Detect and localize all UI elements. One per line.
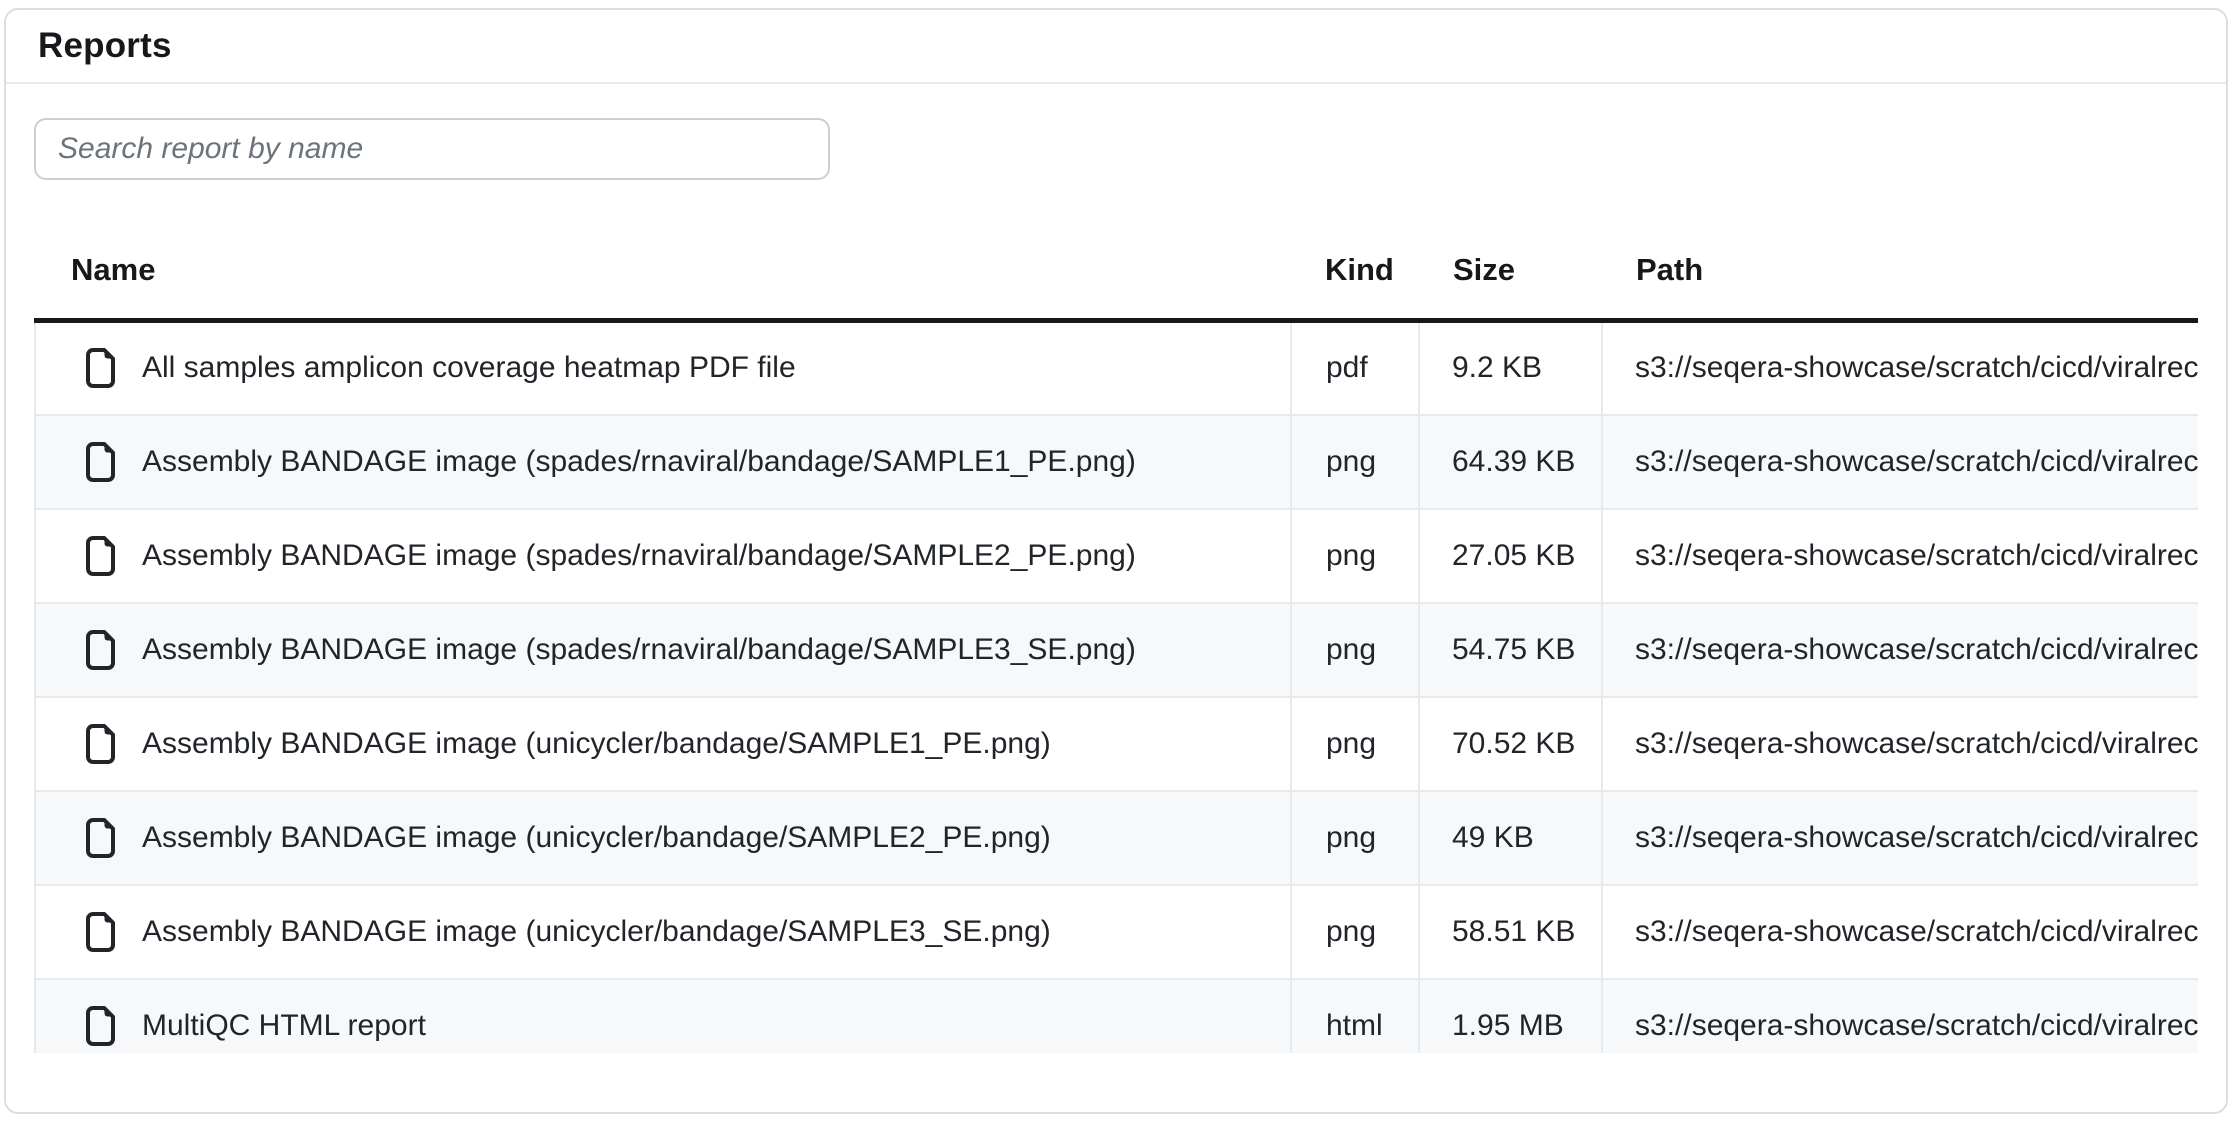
report-name: All samples amplicon coverage heatmap PD… (142, 351, 796, 385)
report-path: s3://seqera-showcase/scratch/cicd/viralr… (1602, 603, 2198, 697)
report-path: s3://seqera-showcase/scratch/cicd/viralr… (1602, 791, 2198, 885)
file-icon (84, 818, 117, 858)
report-path: s3://seqera-showcase/scratch/cicd/viralr… (1602, 415, 2198, 509)
report-kind: png (1291, 603, 1419, 697)
file-icon (84, 630, 117, 670)
report-size: 70.52 KB (1419, 697, 1602, 791)
report-kind: png (1291, 415, 1419, 509)
report-name: Assembly BANDAGE image (spades/rnaviral/… (142, 633, 1136, 667)
report-name: Assembly BANDAGE image (unicycler/bandag… (142, 727, 1051, 761)
file-icon (84, 348, 117, 388)
column-header-size: Size (1419, 224, 1602, 321)
file-icon (84, 724, 117, 764)
column-header-path: Path (1602, 224, 2198, 321)
page-title: Reports (38, 26, 172, 66)
table-body: All samples amplicon coverage heatmap PD… (35, 321, 2198, 1054)
report-path: s3://seqera-showcase/scratch/cicd/viralr… (1602, 509, 2198, 603)
file-icon (84, 536, 117, 576)
report-kind: png (1291, 697, 1419, 791)
report-kind: pdf (1291, 321, 1419, 415)
table-row[interactable]: Assembly BANDAGE image (unicycler/bandag… (35, 791, 2198, 885)
report-kind: html (1291, 979, 1419, 1054)
report-kind: png (1291, 791, 1419, 885)
table-row[interactable]: Assembly BANDAGE image (unicycler/bandag… (35, 697, 2198, 791)
table-row[interactable]: Assembly BANDAGE image (spades/rnaviral/… (35, 415, 2198, 509)
column-header-kind: Kind (1291, 224, 1419, 321)
search-input[interactable] (34, 118, 830, 180)
report-size: 49 KB (1419, 791, 1602, 885)
table-row[interactable]: Assembly BANDAGE image (unicycler/bandag… (35, 885, 2198, 979)
report-name: Assembly BANDAGE image (unicycler/bandag… (142, 821, 1051, 855)
report-name: MultiQC HTML report (142, 1009, 426, 1043)
column-header-name: Name (35, 224, 1291, 321)
report-size: 27.05 KB (1419, 509, 1602, 603)
panel-header: Reports (6, 10, 2226, 84)
file-icon (84, 442, 117, 482)
report-kind: png (1291, 885, 1419, 979)
report-path: s3://seqera-showcase/scratch/cicd/viralr… (1602, 979, 2198, 1054)
reports-panel: Reports Name Kind Size Path (4, 8, 2228, 1114)
report-size: 54.75 KB (1419, 603, 1602, 697)
report-name: Assembly BANDAGE image (spades/rnaviral/… (142, 445, 1136, 479)
report-name: Assembly BANDAGE image (spades/rnaviral/… (142, 539, 1136, 573)
table-header: Name Kind Size Path (35, 224, 2198, 321)
report-size: 1.95 MB (1419, 979, 1602, 1054)
report-size: 64.39 KB (1419, 415, 1602, 509)
report-path: s3://seqera-showcase/scratch/cicd/viralr… (1602, 697, 2198, 791)
file-icon (84, 912, 117, 952)
report-size: 9.2 KB (1419, 321, 1602, 415)
report-path: s3://seqera-showcase/scratch/cicd/viralr… (1602, 321, 2198, 415)
report-size: 58.51 KB (1419, 885, 1602, 979)
reports-table-container: Name Kind Size Path All samples amplicon… (34, 224, 2198, 1053)
file-icon (84, 1006, 117, 1046)
report-kind: png (1291, 509, 1419, 603)
table-row[interactable]: Assembly BANDAGE image (spades/rnaviral/… (35, 603, 2198, 697)
panel-body: Name Kind Size Path All samples amplicon… (6, 84, 2226, 1053)
table-row[interactable]: Assembly BANDAGE image (spades/rnaviral/… (35, 509, 2198, 603)
reports-table: Name Kind Size Path All samples amplicon… (34, 224, 2198, 1053)
report-name: Assembly BANDAGE image (unicycler/bandag… (142, 915, 1051, 949)
table-row[interactable]: All samples amplicon coverage heatmap PD… (35, 321, 2198, 415)
table-row[interactable]: MultiQC HTML report html 1.95 MB s3://se… (35, 979, 2198, 1054)
report-path: s3://seqera-showcase/scratch/cicd/viralr… (1602, 885, 2198, 979)
